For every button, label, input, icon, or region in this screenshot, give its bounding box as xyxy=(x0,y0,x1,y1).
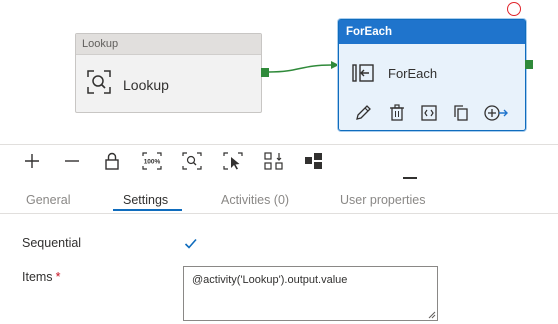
copy-icon[interactable] xyxy=(451,103,471,123)
foreach-activity-node[interactable]: ForEach ForEach xyxy=(338,19,526,131)
select-icon[interactable] xyxy=(222,150,244,172)
items-label-text: Items xyxy=(22,270,53,284)
properties-tabs: General Settings Activities (0) User pro… xyxy=(0,185,558,214)
textarea-resize-icon[interactable] xyxy=(427,310,436,319)
tab-settings[interactable]: Settings xyxy=(123,193,168,207)
zoom-out-icon[interactable] xyxy=(61,150,83,172)
edit-icon[interactable] xyxy=(353,103,373,123)
foreach-icon xyxy=(351,62,375,89)
sequential-label: Sequential xyxy=(22,236,82,250)
foreach-node-label: ForEach xyxy=(388,66,438,81)
add-output-icon[interactable] xyxy=(483,103,509,123)
lookup-node-label: Lookup xyxy=(123,77,169,93)
zoom-100-icon[interactable]: 100% xyxy=(141,150,163,172)
panel-resize-handle[interactable] xyxy=(403,177,417,179)
zoom-fit-icon[interactable] xyxy=(181,150,203,172)
tab-user-properties[interactable]: User properties xyxy=(340,193,425,207)
checkmark-icon xyxy=(184,238,197,249)
lookup-icon xyxy=(86,69,112,100)
required-marker: * xyxy=(55,270,61,284)
layout-icon[interactable] xyxy=(303,150,325,172)
foreach-node-header: ForEach xyxy=(339,20,525,44)
zoom-100-text: 100% xyxy=(144,159,161,166)
items-expression-input[interactable]: @activity('Lookup').output.value xyxy=(183,266,438,321)
lookup-output-port[interactable] xyxy=(261,68,269,77)
auto-align-icon[interactable] xyxy=(262,150,284,172)
items-expression-value: @activity('Lookup').output.value xyxy=(192,274,348,286)
lookup-activity-node[interactable]: Lookup Lookup xyxy=(75,33,262,113)
tab-activities[interactable]: Activities (0) xyxy=(221,193,289,207)
foreach-output-port[interactable] xyxy=(525,60,533,69)
lock-icon[interactable] xyxy=(101,150,123,172)
lookup-node-header: Lookup xyxy=(76,34,261,55)
active-tab-indicator xyxy=(113,209,182,211)
zoom-in-icon[interactable] xyxy=(21,150,43,172)
code-icon[interactable] xyxy=(419,103,439,123)
status-ring-icon xyxy=(507,2,521,16)
items-label: Items * xyxy=(22,270,60,284)
pipeline-canvas[interactable]: Lookup Lookup ForEach ForEach xyxy=(0,0,558,140)
canvas-toolbar: 100% xyxy=(0,144,558,177)
delete-icon[interactable] xyxy=(387,103,407,123)
tab-general[interactable]: General xyxy=(26,193,70,207)
sequential-checkbox[interactable] xyxy=(183,236,198,251)
